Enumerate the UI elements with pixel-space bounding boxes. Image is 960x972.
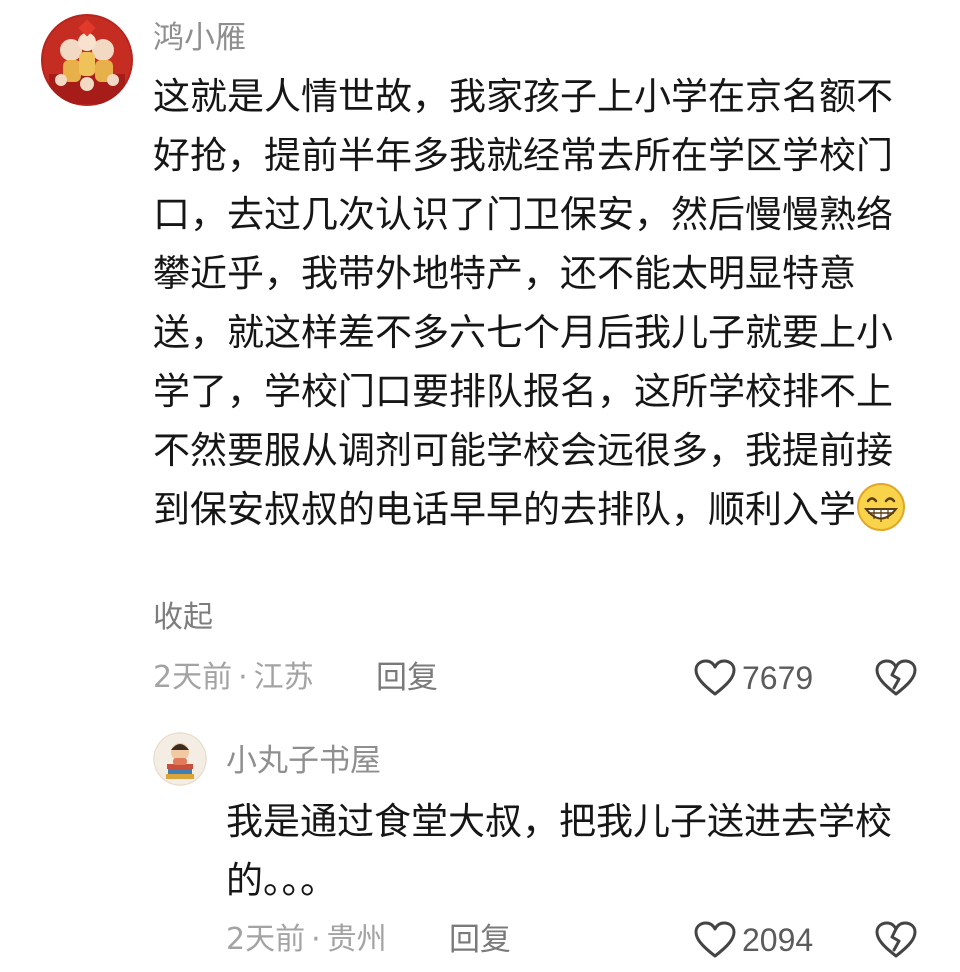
heart-outline-icon <box>694 659 736 696</box>
comment-line: 攀近乎，我带外地特产，还不能太明显特意 <box>153 252 856 295</box>
broken-heart-outline-icon[interactable] <box>875 920 917 960</box>
like-count: 2094 <box>742 921 814 958</box>
comment-line: 学了，学校门口要排队报名，这所学校排不上 <box>153 370 893 413</box>
comment-line-last: 到保安叔叔的电话早早的去排队，顺利入学 <box>153 480 906 539</box>
comment-location: 贵州 <box>326 922 387 957</box>
reply-button[interactable]: 回复 <box>376 658 438 698</box>
comment-line: 好抢，提前半年多我就经常去所在学区学校门 <box>153 134 893 177</box>
comment-line: 送，就这样差不多六七个月后我儿子就要上小 <box>153 311 893 354</box>
username[interactable]: 小丸子书屋 <box>226 742 381 780</box>
comment-meta: 2天前 · 江苏 <box>153 658 314 698</box>
like-button[interactable]: 2094 <box>694 920 813 960</box>
grinning-face-emoji-icon <box>857 483 905 531</box>
collapse-button[interactable]: 收起 <box>153 600 213 636</box>
user-avatar[interactable] <box>41 14 133 106</box>
comment-time: 2天前 <box>153 660 233 695</box>
meta-separator: · <box>238 660 248 695</box>
comment-line: 不然要服从调剂可能学校会远很多，我提前接 <box>153 429 893 472</box>
like-button[interactable]: 7679 <box>694 658 813 698</box>
comment-location: 江苏 <box>253 660 314 695</box>
broken-heart-outline-icon[interactable] <box>875 658 917 698</box>
comment-1: 鸿小雁 这就是人情世故，我家孩子上小学在京名额不 好抢，提前半年多我就经常去所在… <box>0 0 960 720</box>
comment-body: 我是通过食堂大叔，把我儿子送进去学校 的。。。 <box>226 792 892 910</box>
comment-line: 的。。。 <box>226 859 337 902</box>
reply-button[interactable]: 回复 <box>449 920 511 960</box>
comment-body: 这就是人情世故，我家孩子上小学在京名额不 好抢，提前半年多我就经常去所在学区学校… <box>153 67 906 539</box>
comment-line: 口，去过几次认识了门卫保安，然后慢慢熟络 <box>153 193 893 236</box>
comment-line: 我是通过食堂大叔，把我儿子送进去学校 <box>226 800 892 843</box>
like-count: 7679 <box>742 659 814 696</box>
avatar-image <box>153 732 207 786</box>
heart-outline-icon <box>694 921 736 958</box>
comment-line: 这就是人情世故，我家孩子上小学在京名额不 <box>153 75 893 118</box>
comment-time: 2天前 <box>226 922 306 957</box>
meta-separator: · <box>311 922 321 957</box>
comment-line-text: 到保安叔叔的电话早早的去排队，顺利入学 <box>153 488 856 531</box>
comment-meta: 2天前 · 贵州 <box>226 920 387 960</box>
user-avatar[interactable] <box>153 732 207 786</box>
comment-2: 小丸子书屋 我是通过食堂大叔，把我儿子送进去学校 的。。。 2天前 · 贵州 回复 … <box>0 720 960 972</box>
username[interactable]: 鸿小雁 <box>153 19 246 57</box>
avatar-image <box>41 14 133 106</box>
